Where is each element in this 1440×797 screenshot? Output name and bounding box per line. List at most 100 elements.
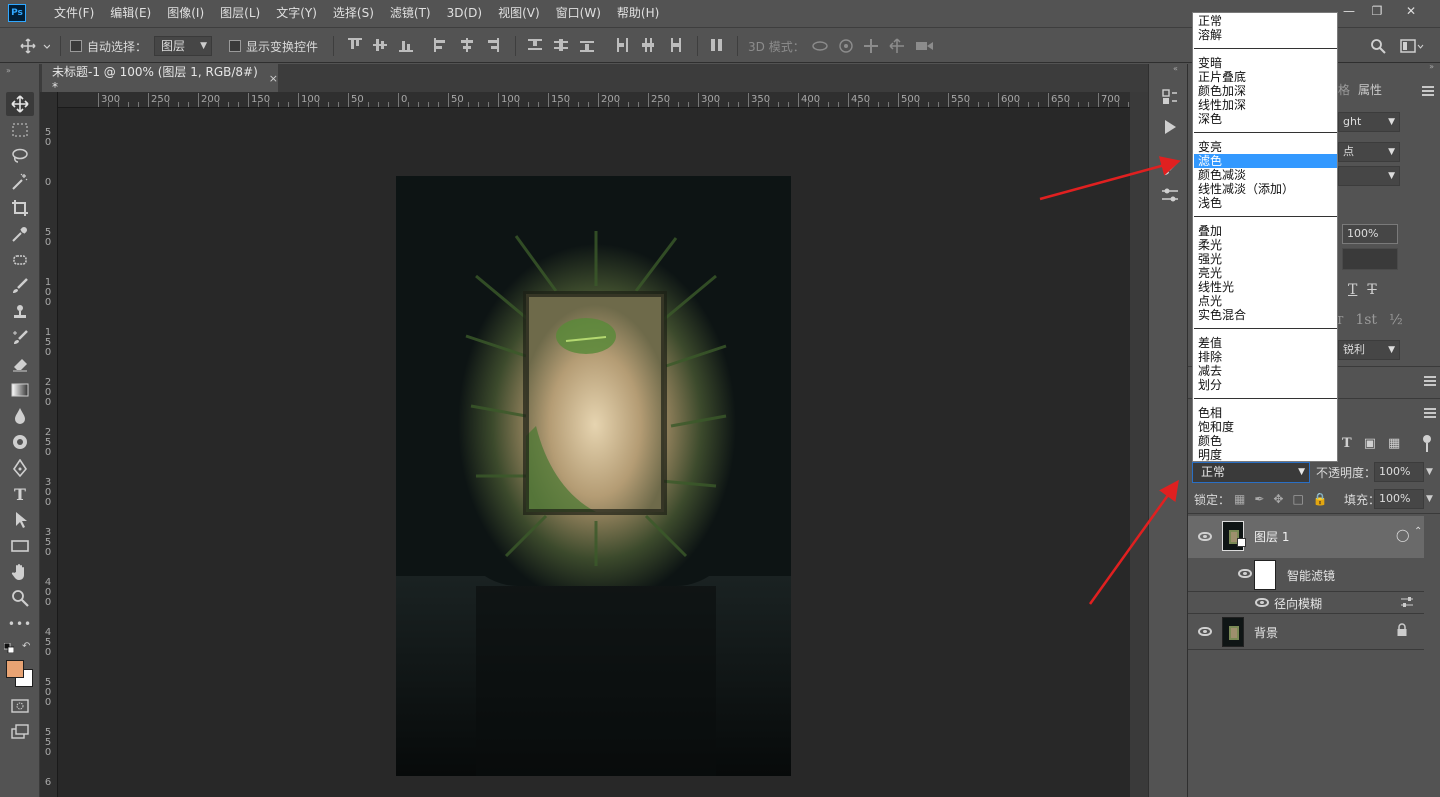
close-tab-icon[interactable]: × bbox=[269, 72, 278, 85]
3d-camera-icon[interactable] bbox=[914, 38, 933, 54]
tab-character-partial[interactable]: 格 bbox=[1338, 78, 1350, 102]
blend-mode-option[interactable]: 正片叠底 bbox=[1194, 70, 1337, 84]
layer-row-background[interactable]: 背景 bbox=[1188, 614, 1424, 650]
tracking-dropdown[interactable]: ▼ bbox=[1338, 166, 1400, 186]
quick-mask-icon[interactable] bbox=[6, 694, 34, 718]
font-size-dropdown[interactable]: 点 ▼ bbox=[1338, 142, 1400, 162]
restore-icon[interactable]: ❐ bbox=[1364, 0, 1390, 22]
vertical-scrollbar[interactable] bbox=[1130, 92, 1148, 797]
scale-field[interactable]: 100% bbox=[1342, 224, 1398, 244]
opacity-slider-icon[interactable]: ▼ bbox=[1426, 462, 1440, 482]
eraser-tool-icon[interactable] bbox=[6, 352, 34, 376]
blend-mode-option[interactable]: 线性减淡（添加） bbox=[1194, 182, 1337, 196]
more-tools-icon[interactable]: ••• bbox=[6, 612, 34, 636]
type-tool-icon[interactable]: T bbox=[6, 482, 34, 506]
blend-mode-option[interactable]: 颜色 bbox=[1194, 434, 1337, 448]
canvas-area[interactable] bbox=[58, 108, 1130, 797]
panel-menu-icon[interactable] bbox=[1424, 376, 1436, 386]
auto-select-checkbox[interactable]: 自动选择： bbox=[70, 28, 147, 64]
menu-type[interactable]: 文字(Y) bbox=[268, 0, 325, 26]
blend-mode-option[interactable]: 强光 bbox=[1194, 252, 1337, 266]
gradient-tool-icon[interactable] bbox=[6, 378, 34, 402]
strikethrough-icon[interactable]: T bbox=[1367, 282, 1376, 298]
blend-mode-option[interactable]: 深色 bbox=[1194, 112, 1337, 126]
blend-mode-option[interactable]: 明度 bbox=[1194, 448, 1337, 462]
blend-mode-option[interactable]: 实色混合 bbox=[1194, 308, 1337, 322]
text-color-swatch[interactable] bbox=[1342, 248, 1398, 270]
crop-tool-icon[interactable] bbox=[6, 196, 34, 220]
workspace-icon[interactable] bbox=[1400, 38, 1424, 54]
auto-select-dropdown[interactable]: 图层 ▼ bbox=[154, 36, 212, 56]
tab-properties[interactable]: 属性 bbox=[1358, 78, 1382, 102]
document-image-radial-blur-tunnel[interactable] bbox=[396, 176, 791, 776]
filter-toggle-icon[interactable] bbox=[1422, 434, 1432, 454]
marquee-tool-icon[interactable] bbox=[6, 118, 34, 142]
clone-stamp-tool-icon[interactable] bbox=[6, 300, 34, 324]
menu-image[interactable]: 图像(I) bbox=[159, 0, 212, 26]
hand-tool-icon[interactable] bbox=[6, 560, 34, 584]
distribute-hcenter-icon[interactable] bbox=[641, 37, 655, 53]
menu-select[interactable]: 选择(S) bbox=[325, 0, 382, 26]
fill-slider-icon[interactable]: ▼ bbox=[1426, 489, 1440, 509]
lock-all-icon[interactable]: 🔒 bbox=[1313, 492, 1328, 506]
smart-filters-name[interactable]: 智能滤镜 bbox=[1287, 567, 1335, 584]
menu-view[interactable]: 视图(V) bbox=[490, 0, 548, 26]
filter-blending-options-icon[interactable] bbox=[1400, 596, 1414, 608]
path-selection-tool-icon[interactable] bbox=[6, 508, 34, 532]
visibility-eye-icon[interactable] bbox=[1198, 627, 1212, 636]
blend-mode-option[interactable]: 线性光 bbox=[1194, 280, 1337, 294]
visibility-eye-icon[interactable] bbox=[1198, 532, 1212, 541]
blend-mode-option[interactable]: 饱和度 bbox=[1194, 420, 1337, 434]
distribute-bottom-icon[interactable] bbox=[580, 37, 594, 53]
blend-mode-option[interactable]: 线性加深 bbox=[1194, 98, 1337, 112]
blend-mode-option[interactable]: 变暗 bbox=[1194, 56, 1337, 70]
menu-filter[interactable]: 滤镜(T) bbox=[382, 0, 439, 26]
distribute-left-icon[interactable] bbox=[615, 37, 629, 53]
blend-mode-option[interactable]: 点光 bbox=[1194, 294, 1337, 308]
blend-mode-option[interactable]: 叠加 bbox=[1194, 224, 1337, 238]
move-tool-preset-icon[interactable] bbox=[20, 28, 50, 64]
blend-mode-select[interactable]: 正常 ▼ bbox=[1192, 462, 1310, 483]
show-transform-checkbox[interactable]: 显示变换控件 bbox=[229, 28, 318, 64]
panel-collapse-bar[interactable]: » bbox=[1338, 62, 1440, 76]
filter-effects-icon[interactable]: ◯ bbox=[1396, 528, 1409, 542]
brush-tool-icon[interactable] bbox=[6, 274, 34, 298]
layers-panel-menu-icon[interactable] bbox=[1424, 408, 1436, 418]
spot-healing-tool-icon[interactable] bbox=[6, 248, 34, 272]
panel-menu-icon[interactable] bbox=[1422, 86, 1434, 96]
distribute-right-icon[interactable] bbox=[667, 37, 681, 53]
blend-mode-option[interactable]: 颜色加深 bbox=[1194, 84, 1337, 98]
actions-play-icon[interactable] bbox=[1159, 116, 1181, 138]
antialias-dropdown[interactable]: 锐利 ▼ bbox=[1338, 340, 1400, 360]
layer-row-radial-blur[interactable]: 径向模糊 bbox=[1188, 592, 1424, 614]
history-panel-icon[interactable] bbox=[1159, 86, 1181, 108]
filter-name[interactable]: 径向模糊 bbox=[1274, 595, 1322, 612]
move-tool-icon[interactable] bbox=[6, 92, 34, 116]
lock-position-icon[interactable]: ✥ bbox=[1273, 492, 1283, 506]
auto-align-icon[interactable] bbox=[710, 37, 724, 53]
pen-tool-icon[interactable] bbox=[6, 456, 34, 480]
blend-mode-option[interactable]: 颜色减淡 bbox=[1194, 168, 1337, 182]
menu-3d[interactable]: 3D(D) bbox=[439, 0, 490, 26]
zoom-tool-icon[interactable] bbox=[6, 586, 34, 610]
align-vcenter-icon[interactable] bbox=[373, 37, 387, 53]
blend-mode-option[interactable]: 变亮 bbox=[1194, 140, 1337, 154]
opacity-field[interactable]: 100% bbox=[1374, 462, 1424, 482]
menu-edit[interactable]: 编辑(E) bbox=[102, 0, 159, 26]
shape-filter-icon[interactable]: ▣ bbox=[1364, 436, 1376, 451]
menu-help[interactable]: 帮助(H) bbox=[609, 0, 667, 26]
align-bottom-icon[interactable] bbox=[399, 37, 413, 53]
collapse-arrow-icon[interactable]: ⌃ bbox=[1414, 526, 1422, 537]
history-brush-tool-icon[interactable] bbox=[6, 326, 34, 350]
blend-mode-option[interactable]: 划分 bbox=[1194, 378, 1337, 392]
blend-mode-option[interactable]: 色相 bbox=[1194, 406, 1337, 420]
blend-mode-option[interactable]: 亮光 bbox=[1194, 266, 1337, 280]
layer-name[interactable]: 图层 1 bbox=[1254, 528, 1289, 545]
3d-slide-icon[interactable] bbox=[889, 38, 905, 54]
default-colors-icon[interactable] bbox=[3, 642, 15, 654]
lock-transparent-icon[interactable]: ▦ bbox=[1234, 492, 1245, 506]
blur-tool-icon[interactable] bbox=[6, 404, 34, 428]
expand-panels-icon[interactable]: « bbox=[1173, 64, 1178, 73]
magic-wand-tool-icon[interactable] bbox=[6, 170, 34, 194]
align-hcenter-icon[interactable] bbox=[460, 37, 474, 53]
